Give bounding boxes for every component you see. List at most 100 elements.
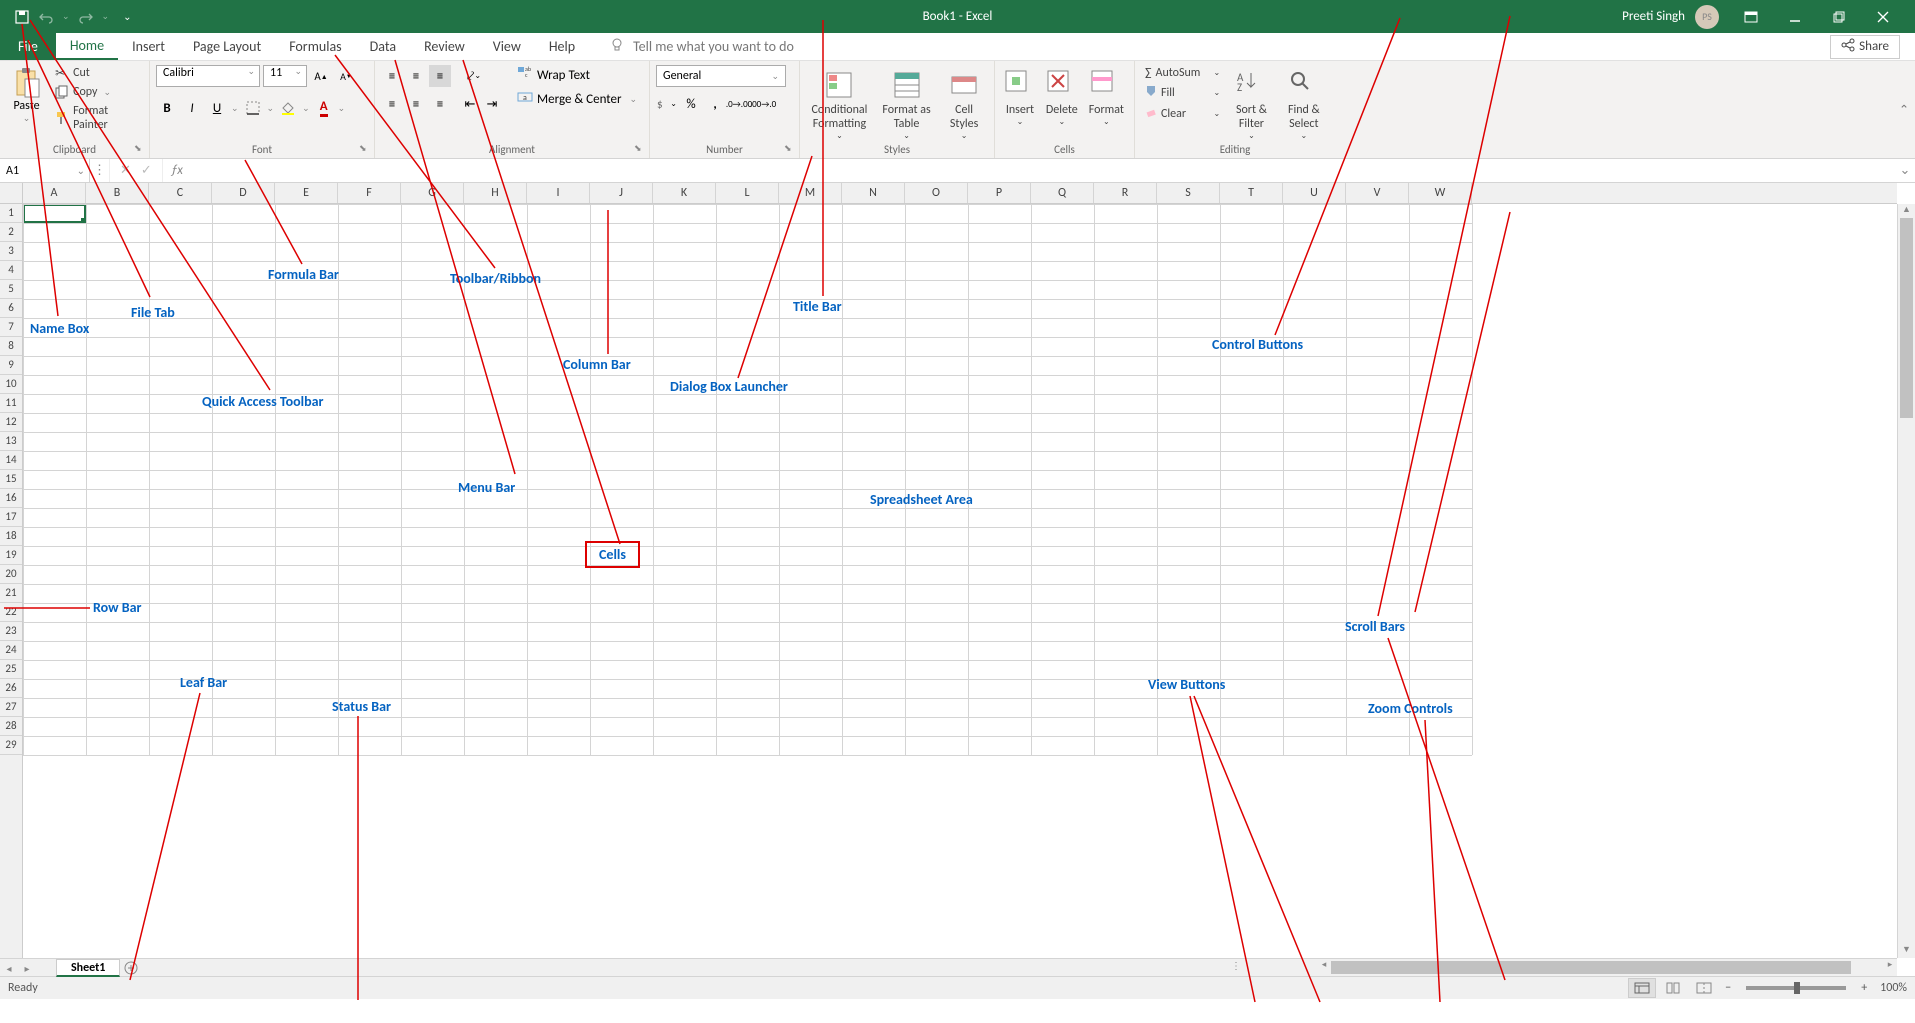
tab-view[interactable]: View [479, 33, 535, 60]
font-color-button[interactable]: A [313, 97, 335, 119]
column-header[interactable]: L [716, 183, 779, 203]
row-header[interactable]: 7 [0, 318, 22, 337]
row-header[interactable]: 15 [0, 470, 22, 489]
tab-home[interactable]: Home [56, 33, 118, 60]
hscroll-thumb[interactable] [1331, 961, 1851, 974]
increase-indent-icon[interactable]: ⇥ [481, 93, 503, 115]
cell-grid[interactable] [23, 204, 1897, 958]
enter-formula-icon[interactable]: ✓ [141, 163, 152, 178]
column-header[interactable]: U [1283, 183, 1346, 203]
column-header[interactable]: M [779, 183, 842, 203]
column-header[interactable]: B [86, 183, 149, 203]
align-left-icon[interactable]: ≡ [381, 93, 403, 115]
tab-data[interactable]: Data [356, 33, 410, 60]
font-size-select[interactable]: 11⌄ [263, 65, 307, 87]
close-icon[interactable] [1861, 0, 1905, 33]
fill-button[interactable]: Fill⌄ [1141, 84, 1224, 102]
copy-button[interactable]: Copy⌄ [51, 84, 143, 100]
active-cell[interactable] [23, 204, 86, 223]
horizontal-scrollbar[interactable]: ◂ ▸ [1317, 959, 1897, 976]
row-header[interactable]: 8 [0, 337, 22, 356]
font-name-select[interactable]: Calibri⌄ [156, 65, 260, 87]
clipboard-dialog-launcher[interactable]: ⬊ [134, 143, 146, 155]
column-header[interactable]: O [905, 183, 968, 203]
merge-center-button[interactable]: aMerge & Center⌄ [513, 89, 641, 109]
tab-formulas[interactable]: Formulas [275, 33, 355, 60]
column-header[interactable]: G [401, 183, 464, 203]
minimize-icon[interactable] [1773, 0, 1817, 33]
row-header[interactable]: 4 [0, 261, 22, 280]
clear-button[interactable]: Clear⌄ [1141, 105, 1224, 123]
name-box[interactable]: A1 [0, 159, 90, 182]
row-header[interactable]: 14 [0, 451, 22, 470]
undo-icon[interactable] [38, 9, 54, 25]
paste-button[interactable]: Paste ⌄ [6, 65, 47, 124]
zoom-in-button[interactable]: + [1857, 981, 1871, 995]
column-header[interactable]: R [1094, 183, 1157, 203]
column-header[interactable]: Q [1031, 183, 1094, 203]
row-header[interactable]: 25 [0, 660, 22, 679]
decrease-decimal-icon[interactable]: .00→.0 [752, 93, 774, 115]
redo-dropdown[interactable]: ⌄ [102, 11, 110, 22]
undo-dropdown[interactable]: ⌄ [62, 11, 70, 22]
align-right-icon[interactable]: ≡ [429, 93, 451, 115]
font-dialog-launcher[interactable]: ⬊ [359, 143, 371, 155]
find-select-button[interactable]: Find & Select⌄ [1279, 65, 1329, 141]
row-header[interactable]: 26 [0, 679, 22, 698]
row-header[interactable]: 11 [0, 394, 22, 413]
tab-help[interactable]: Help [535, 33, 589, 60]
row-header[interactable]: 29 [0, 736, 22, 755]
decrease-indent-icon[interactable]: ⇤ [459, 93, 481, 115]
row-header[interactable]: 13 [0, 432, 22, 451]
sheet-nav-prev[interactable]: ◂ [0, 959, 18, 977]
row-header[interactable]: 12 [0, 413, 22, 432]
row-header[interactable]: 27 [0, 698, 22, 717]
delete-cells-button[interactable]: Delete⌄ [1043, 65, 1081, 127]
row-header[interactable]: 24 [0, 641, 22, 660]
fx-icon[interactable]: ƒx [163, 159, 191, 182]
column-header[interactable]: E [275, 183, 338, 203]
tab-review[interactable]: Review [410, 33, 479, 60]
row-header[interactable]: 16 [0, 489, 22, 508]
align-bottom-icon[interactable]: ≡ [429, 65, 451, 87]
row-header[interactable]: 22 [0, 603, 22, 622]
column-header[interactable]: J [590, 183, 653, 203]
column-header[interactable]: A [23, 183, 86, 203]
autosum-button[interactable]: ∑AutoSum⌄ [1141, 65, 1224, 81]
column-header[interactable]: D [212, 183, 275, 203]
new-sheet-button[interactable] [120, 959, 142, 977]
row-header[interactable]: 28 [0, 717, 22, 736]
column-header[interactable]: I [527, 183, 590, 203]
row-header[interactable]: 23 [0, 622, 22, 641]
share-button[interactable]: Share [1830, 35, 1900, 59]
row-header[interactable]: 10 [0, 375, 22, 394]
align-center-icon[interactable]: ≡ [405, 93, 427, 115]
user-name[interactable]: Preeti Singh [1622, 9, 1685, 24]
insert-cells-button[interactable]: Insert⌄ [1001, 65, 1039, 127]
row-header[interactable]: 3 [0, 242, 22, 261]
vscroll-thumb[interactable] [1900, 218, 1913, 418]
tab-insert[interactable]: Insert [118, 33, 179, 60]
tab-file[interactable]: File [0, 33, 56, 60]
expand-formula-bar-icon[interactable]: ⌄ [1895, 159, 1915, 182]
formula-input[interactable] [191, 159, 1895, 182]
redo-icon[interactable] [78, 9, 94, 25]
sheet-tab[interactable]: Sheet1 [56, 959, 120, 977]
column-header[interactable]: T [1220, 183, 1283, 203]
row-header[interactable]: 5 [0, 280, 22, 299]
accounting-format-icon[interactable]: $⌄ [656, 93, 678, 115]
increase-decimal-icon[interactable]: .0→.00 [728, 93, 750, 115]
sheet-nav-next[interactable]: ▸ [18, 959, 36, 977]
cut-button[interactable]: ✂Cut [51, 65, 143, 81]
border-button[interactable] [242, 97, 264, 119]
sort-filter-button[interactable]: AZ Sort & Filter⌄ [1228, 65, 1274, 141]
row-header[interactable]: 20 [0, 565, 22, 584]
increase-font-icon[interactable]: A▲ [310, 65, 332, 87]
italic-button[interactable]: I [181, 97, 203, 119]
comma-icon[interactable]: , [704, 93, 726, 115]
wrap-text-button[interactable]: abcWrap Text [513, 65, 641, 85]
format-cells-button[interactable]: Format⌄ [1085, 65, 1128, 127]
conditional-formatting-button[interactable]: Conditional Formatting⌄ [806, 65, 873, 141]
select-all-button[interactable] [0, 183, 23, 204]
row-header[interactable]: 2 [0, 223, 22, 242]
